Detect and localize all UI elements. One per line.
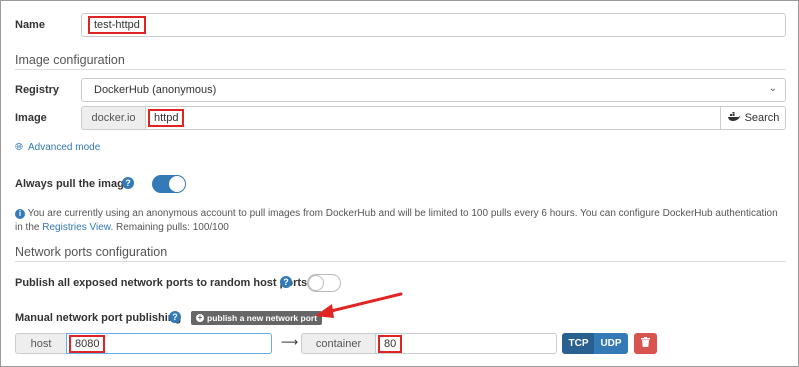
toggle-knob bbox=[169, 176, 185, 192]
host-label: host bbox=[15, 333, 67, 354]
trash-icon bbox=[641, 337, 650, 350]
network-heading: Network ports configuration bbox=[15, 245, 168, 259]
always-pull-label: Always pull the image bbox=[15, 178, 130, 190]
host-port-input[interactable]: 8080 bbox=[66, 333, 272, 354]
image-config-divider bbox=[15, 69, 786, 70]
search-label: Search bbox=[744, 112, 780, 124]
container-port-value: 80 bbox=[378, 334, 403, 353]
delete-port-button[interactable] bbox=[634, 333, 657, 354]
image-label: Image bbox=[15, 112, 47, 124]
arrow-right-icon: ⟶ bbox=[281, 335, 299, 349]
image-value: httpd bbox=[148, 109, 185, 127]
registry-select[interactable]: DockerHub (anonymous) ⌄ bbox=[81, 78, 786, 102]
container-label: container bbox=[301, 333, 376, 354]
help-icon[interactable]: ? bbox=[122, 177, 134, 189]
publish-all-label: Publish all exposed network ports to ran… bbox=[15, 277, 308, 289]
docker-icon bbox=[727, 111, 741, 125]
registries-view-link[interactable]: Registries View bbox=[42, 222, 110, 233]
registry-selected: DockerHub (anonymous) bbox=[94, 84, 217, 96]
help-icon[interactable]: ? bbox=[280, 276, 292, 288]
host-port-value: 8080 bbox=[69, 334, 106, 353]
plus-circle-icon: + bbox=[196, 313, 204, 322]
info-icon: i bbox=[15, 209, 25, 219]
help-icon[interactable]: ? bbox=[169, 311, 181, 323]
container-port-input[interactable]: 80 bbox=[375, 333, 557, 354]
advanced-mode-label: Advanced mode bbox=[28, 142, 101, 153]
image-input[interactable]: httpd bbox=[145, 106, 721, 130]
registry-label: Registry bbox=[15, 84, 60, 96]
info-text-after: . Remaining pulls: 100/100 bbox=[110, 222, 229, 233]
name-value: test-httpd bbox=[88, 16, 146, 34]
udp-button[interactable]: UDP bbox=[594, 333, 628, 354]
name-input[interactable]: test-httpd bbox=[81, 13, 786, 37]
search-button[interactable]: Search bbox=[720, 106, 786, 130]
annotation-arrow-icon bbox=[315, 292, 403, 318]
image-registry-prefix: docker.io bbox=[81, 106, 146, 130]
image-config-heading: Image configuration bbox=[15, 53, 125, 67]
advanced-mode-link[interactable]: 🌐︎ Advanced mode bbox=[15, 142, 100, 153]
network-divider bbox=[15, 261, 786, 262]
globe-icon: 🌐︎ bbox=[15, 142, 23, 153]
pull-limit-info: i You are currently using an anonymous a… bbox=[15, 207, 785, 235]
manual-publishing-label: Manual network port publishing bbox=[15, 312, 182, 324]
tcp-button[interactable]: TCP bbox=[562, 333, 595, 354]
name-label: Name bbox=[15, 19, 45, 31]
always-pull-toggle[interactable] bbox=[152, 175, 186, 193]
chevron-down-icon: ⌄ bbox=[768, 83, 777, 94]
